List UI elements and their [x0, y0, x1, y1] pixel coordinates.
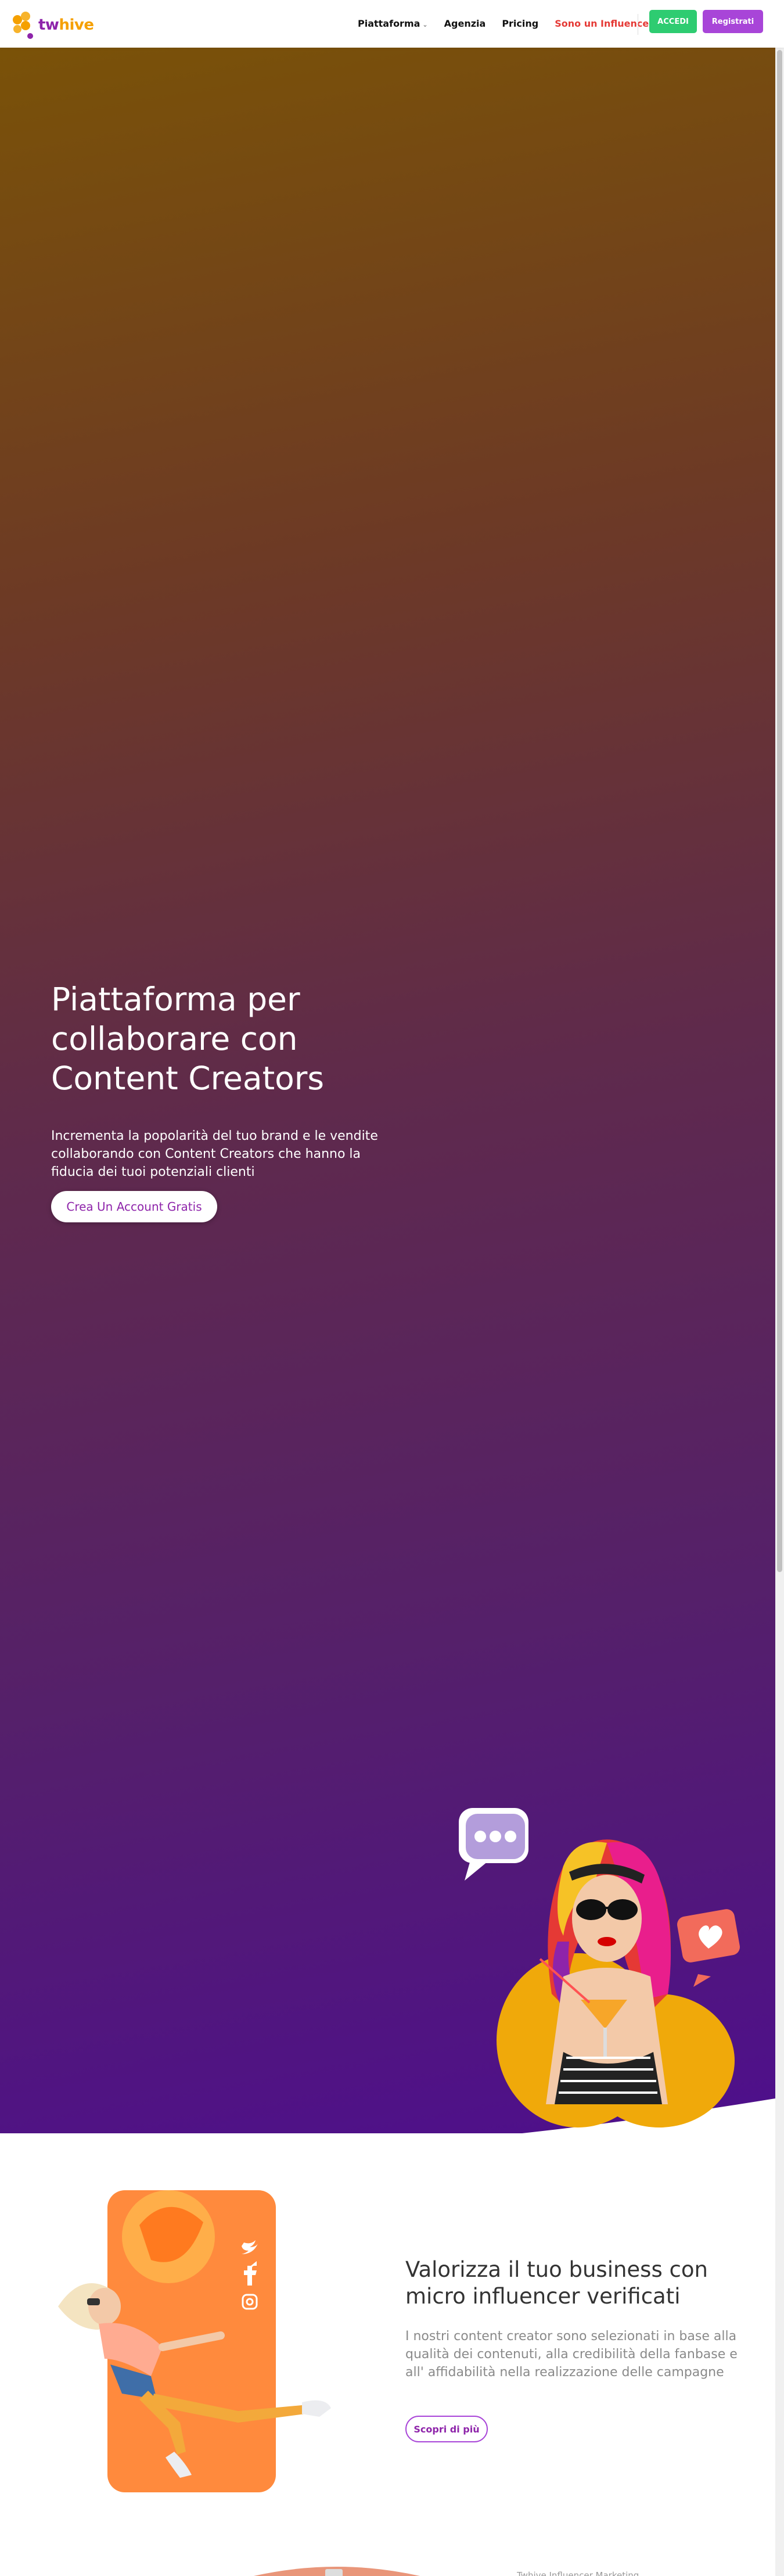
next-section-illustration: [253, 2567, 420, 2576]
page-scrollbar[interactable]: [775, 48, 784, 2576]
logo-hive: hive: [59, 16, 94, 34]
hero-section: Piattaforma per collaborare con Content …: [0, 48, 775, 2133]
scrollbar-thumb[interactable]: [777, 50, 782, 1572]
logo-tw: tw: [38, 16, 59, 34]
twhive-logo[interactable]: twhive: [12, 10, 94, 41]
heart-icon: [677, 1909, 740, 1987]
nav-link-pricing[interactable]: Pricing: [502, 18, 538, 29]
chevron-down-icon: ⌄: [422, 20, 428, 28]
feature-title: Valorizza il tuo business con micro infl…: [405, 2257, 708, 2309]
learn-more-button[interactable]: Scopri di più: [405, 2416, 488, 2442]
nav-links: Piattaforma ⌄ Agenzia Pricing Sono un Inf…: [358, 15, 653, 31]
phone-dancer-illustration: [58, 2190, 331, 2492]
chat-bubble-icon: [459, 1808, 528, 1881]
logo-wordmark: twhive: [38, 16, 94, 34]
hero-title: Piattaforma per collaborare con Content …: [51, 981, 325, 1097]
register-button[interactable]: Registrati: [703, 10, 763, 33]
nav-link-influencer[interactable]: Sono un Influencer: [555, 18, 653, 29]
hive-logo-icon: [13, 12, 33, 39]
top-navigation: twhive Piattaforma ⌄ Agenzia Pricing Sono…: [0, 0, 784, 48]
hero-woman-illustration: [459, 1808, 740, 2127]
create-account-button[interactable]: Crea Un Account Gratis: [51, 1191, 217, 1222]
nav-link-piattaforma-label: Piattaforma: [358, 17, 420, 29]
feature-description: I nostri content creator sono selezionat…: [405, 2329, 738, 2380]
nav-link-agenzia[interactable]: Agenzia: [444, 18, 486, 29]
login-button[interactable]: ACCEDI: [649, 10, 697, 33]
next-section-label: Twhive Influencer Marketing: [517, 2570, 639, 2576]
nav-link-piattaforma[interactable]: Piattaforma ⌄: [358, 18, 428, 29]
hero-subtitle: Incrementa la popolarità del tuo brand e…: [51, 1129, 378, 1179]
